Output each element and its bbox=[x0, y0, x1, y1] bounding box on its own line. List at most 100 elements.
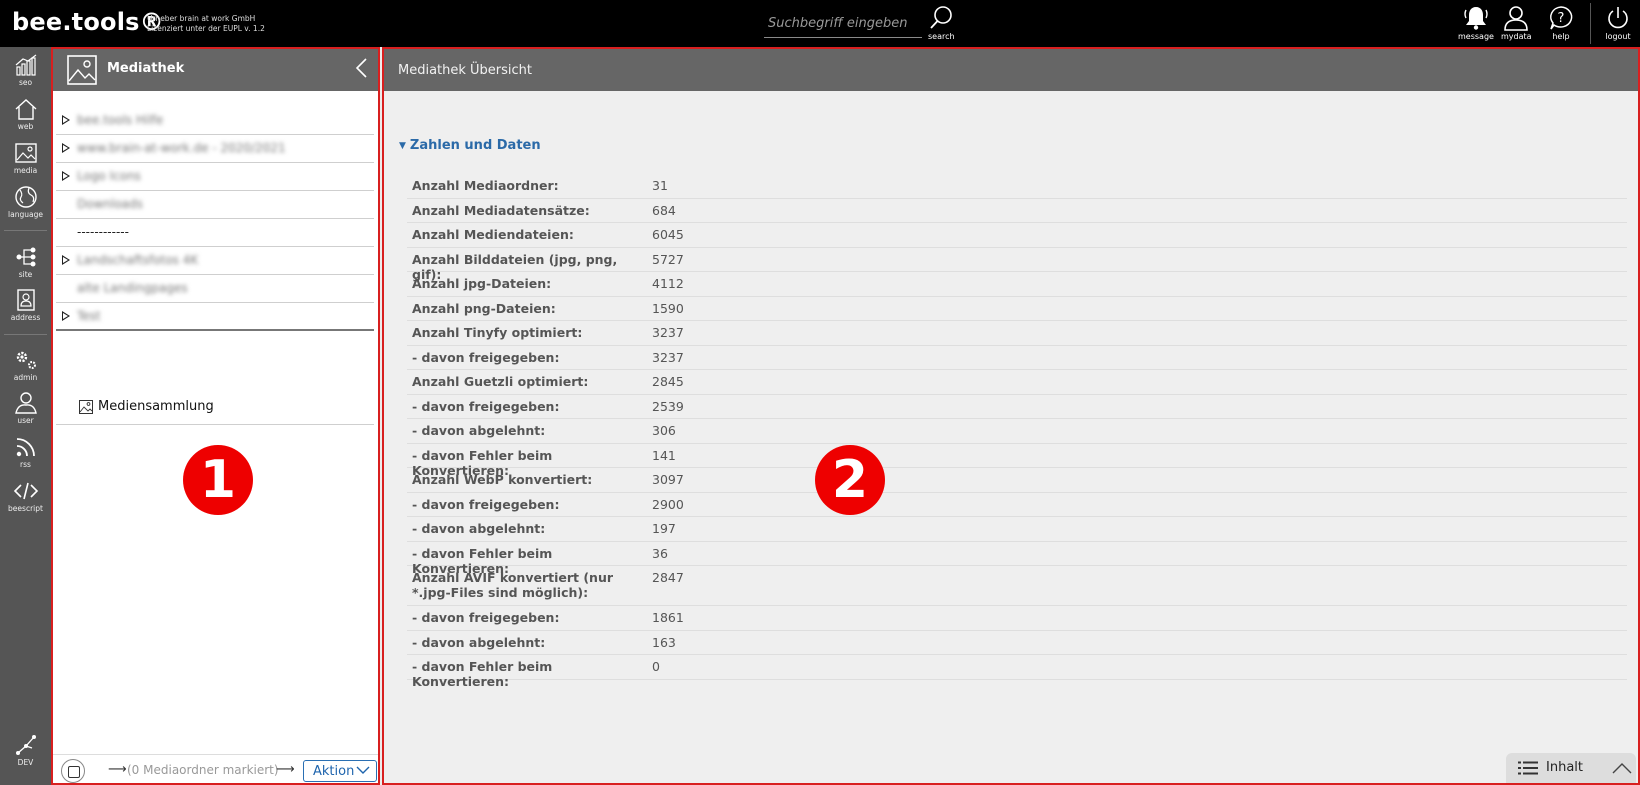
nav-language[interactable]: language bbox=[0, 185, 51, 219]
tree-folder-row[interactable]: Logo Icons bbox=[56, 163, 374, 191]
logout-button[interactable]: logout bbox=[1605, 5, 1631, 41]
stat-value: 1590 bbox=[652, 300, 684, 316]
nav-user[interactable]: user bbox=[0, 391, 51, 425]
stat-value: 0 bbox=[652, 659, 660, 674]
svg-text:?: ? bbox=[1558, 11, 1565, 26]
tree-separator-label: ------------ bbox=[77, 225, 129, 239]
help-button[interactable]: ? help bbox=[1548, 5, 1574, 41]
annotation-marker-1: 1 bbox=[183, 445, 253, 515]
stat-label: Anzahl Mediadatensätze: bbox=[412, 202, 590, 218]
tree-folder-label: Downloads bbox=[77, 197, 143, 211]
nav-media-label: media bbox=[13, 166, 38, 175]
tree-folder-row[interactable]: alte Landingpages bbox=[56, 275, 374, 303]
stat-value: 163 bbox=[652, 634, 676, 650]
list-icon bbox=[1518, 761, 1538, 775]
chevron-up-icon bbox=[1612, 763, 1632, 774]
mydata-button[interactable]: mydata bbox=[1501, 5, 1532, 41]
stats-section-toggle[interactable]: ▼ Zahlen und Daten bbox=[399, 138, 541, 153]
media-collection-label: Mediensammlung bbox=[98, 399, 214, 414]
sitemap-icon bbox=[16, 247, 35, 267]
search-label: search bbox=[928, 32, 955, 41]
tree-separator-row: ------------ bbox=[56, 219, 374, 247]
select-all-checkbox[interactable] bbox=[61, 759, 85, 783]
content-toc-tab[interactable]: Inhalt bbox=[1506, 753, 1636, 783]
stat-row: Anzahl jpg-Dateien: 4112 bbox=[407, 272, 1627, 297]
collapse-triangle-icon: ▼ bbox=[399, 141, 406, 151]
nav-rss-label: rss bbox=[20, 460, 31, 469]
tree-folder-row[interactable]: Landschaftsfotos 4K bbox=[56, 247, 374, 275]
nav-web[interactable]: web bbox=[0, 97, 51, 131]
media-collection-item[interactable]: Mediensammlung bbox=[56, 389, 374, 425]
help-label: help bbox=[1552, 32, 1570, 41]
chart-icon bbox=[15, 54, 36, 76]
stat-row: Anzahl Bilddateien (jpg, png, gif): 5727 bbox=[407, 248, 1627, 282]
collapse-panel-icon[interactable] bbox=[354, 57, 368, 79]
search-button[interactable]: search bbox=[928, 5, 955, 41]
stat-value: 1861 bbox=[652, 610, 684, 625]
image-icon bbox=[79, 400, 93, 414]
nav-beescript-label: beescript bbox=[8, 504, 43, 513]
stat-row: Anzahl Mediadatensätze: 684 bbox=[407, 199, 1627, 223]
stat-value: 2847 bbox=[652, 570, 684, 585]
nav-web-label: web bbox=[17, 122, 34, 131]
expand-triangle-icon[interactable] bbox=[62, 143, 70, 153]
nav-media[interactable]: media bbox=[0, 141, 51, 175]
stat-label: Anzahl AVIF konvertiert (nur *.jpg-Files… bbox=[412, 570, 614, 600]
address-book-icon bbox=[16, 289, 35, 311]
main-nav-rail: seo web media language site address admi… bbox=[0, 47, 51, 785]
expand-triangle-icon[interactable] bbox=[62, 115, 70, 125]
nav-seo[interactable]: seo bbox=[0, 53, 51, 87]
mydata-label: mydata bbox=[1501, 32, 1532, 41]
nav-admin[interactable]: admin bbox=[0, 348, 51, 382]
stat-row: - davon abgelehnt: 306 bbox=[407, 419, 1627, 444]
stat-label: - davon freigegeben: bbox=[412, 398, 560, 414]
content-toc-label: Inhalt bbox=[1546, 760, 1583, 775]
nav-dev[interactable]: DEV bbox=[0, 733, 51, 767]
tree-folder-row[interactable]: Downloads bbox=[56, 191, 374, 219]
search-icon bbox=[930, 6, 953, 29]
tree-folder-label: alte Landingpages bbox=[77, 281, 188, 295]
expand-triangle-icon[interactable] bbox=[62, 311, 70, 321]
search-input[interactable] bbox=[764, 10, 922, 37]
tree-folder-row[interactable]: Test bbox=[56, 303, 374, 331]
stat-row: Anzahl Mediaordner: 31 bbox=[407, 174, 1627, 199]
message-button[interactable]: message bbox=[1458, 5, 1494, 41]
nav-user-label: user bbox=[17, 416, 34, 425]
nav-site[interactable]: site bbox=[0, 245, 51, 279]
stat-value: 2539 bbox=[652, 398, 684, 414]
stat-value: 684 bbox=[652, 202, 676, 218]
stat-label: - davon abgelehnt: bbox=[412, 423, 546, 438]
top-bar: bee.tools® Urheber brain at work GmbH Li… bbox=[0, 0, 1640, 47]
tree-folder-label: bee.tools Hilfe bbox=[77, 113, 164, 127]
image-icon bbox=[14, 143, 37, 163]
power-icon bbox=[1608, 7, 1628, 29]
stat-value: 197 bbox=[652, 521, 676, 536]
globe-icon bbox=[14, 186, 37, 208]
chevron-down-icon bbox=[356, 766, 370, 774]
stat-row: - davon freigegeben: 2900 bbox=[407, 493, 1627, 517]
stat-row: Anzahl Mediendateien: 6045 bbox=[407, 223, 1627, 248]
search-field-wrap bbox=[764, 10, 922, 38]
stat-label: Anzahl Guetzli optimiert: bbox=[412, 374, 589, 389]
nav-divider bbox=[4, 334, 47, 335]
tree-folder-row[interactable]: www.brain-at-work.de - 2020/2021 bbox=[56, 135, 374, 163]
stats-table: Anzahl Mediaordner: 31 Anzahl Mediadatens… bbox=[407, 174, 1627, 689]
nav-language-label: language bbox=[8, 210, 43, 219]
stat-label: - davon abgelehnt: bbox=[412, 521, 546, 536]
stat-value: 3097 bbox=[652, 472, 684, 487]
annotation-marker-2: 2 bbox=[815, 445, 885, 515]
nav-rss[interactable]: rss bbox=[0, 435, 51, 469]
brand-logo[interactable]: bee.tools® bbox=[12, 8, 164, 36]
stat-row: Anzahl Guetzli optimiert: 2845 bbox=[407, 370, 1627, 395]
expand-triangle-icon[interactable] bbox=[62, 255, 70, 265]
action-dropdown-button[interactable]: Aktion bbox=[303, 760, 377, 782]
nav-address[interactable]: address bbox=[0, 288, 51, 322]
stat-value: 5727 bbox=[652, 251, 684, 267]
brand-license-text: Urheber brain at work GmbH Lizenziert un… bbox=[147, 14, 265, 34]
brand-license: Lizenziert unter der EUPL v. 1.2 bbox=[147, 24, 265, 33]
tree-folder-label: Test bbox=[77, 309, 101, 323]
tree-folder-label: Logo Icons bbox=[77, 169, 141, 183]
expand-triangle-icon[interactable] bbox=[62, 171, 70, 181]
nav-beescript[interactable]: beescript bbox=[0, 479, 51, 513]
tree-folder-row[interactable]: bee.tools Hilfe bbox=[56, 107, 374, 135]
